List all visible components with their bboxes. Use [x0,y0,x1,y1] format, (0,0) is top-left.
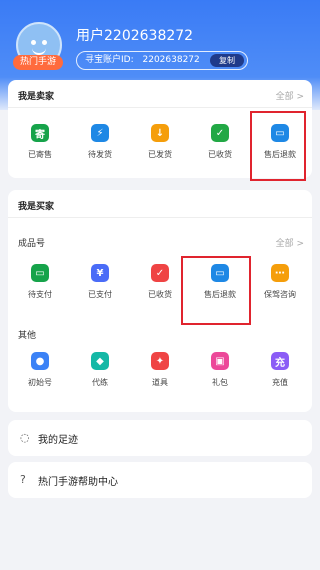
boost-icon: ◆ [91,352,109,370]
item-icon: ✦ [151,352,169,370]
wallet-icon: ▭ [31,264,49,282]
footprint-icon: ◌ [20,431,30,444]
avatar-eye-left [31,40,36,45]
avatar-eye-right [42,40,47,45]
link-row-2[interactable]: ? 热门手游帮助中心 [8,462,312,498]
account-id-label: 寻宝账户ID: [85,55,134,65]
finished-item-2[interactable]: ¥ 已支付 [72,264,128,300]
finished-accounts-title: 成品号 [18,239,46,249]
other-item-3[interactable]: ✦ 道具 [132,352,188,388]
finished-item-label: 已支付 [88,290,112,299]
seller-item-label: 待发货 [88,150,112,159]
seller-item-label: 已发货 [148,150,172,159]
finished-item-label: 保驾咨询 [264,290,296,299]
seller-divider [8,107,312,108]
recharge-icon: 充 [271,352,289,370]
check-icon: ✓ [211,124,229,142]
finished-item-label: 待支付 [28,290,52,299]
seller-item-label: 已寄售 [28,150,52,159]
finished-item-3[interactable]: ✓ 已收货 [132,264,188,300]
other-item-label: 代练 [92,378,108,387]
avatar-mouth [32,48,46,55]
box-icon: ↓ [151,124,169,142]
other-item-1[interactable]: ● 初始号 [12,352,68,388]
account-id-pill: 寻宝账户ID: 2202638272 复制 [76,51,248,70]
buyer-section-title: 我是买家 [18,202,55,212]
highlight-seller-refund [250,111,306,181]
yuan-icon: ¥ [91,264,109,282]
consign-icon: 寄 [31,124,49,142]
account-id-value: 2202638272 [142,55,200,65]
link-row-1[interactable]: ◌ 我的足迹 [8,420,312,456]
seller-item-4[interactable]: ✓ 已收货 [192,124,248,160]
other-section-title: 其他 [18,331,37,341]
seller-view-all-link[interactable]: 全部 > [276,89,304,102]
person-icon: ● [31,352,49,370]
consult-icon: ⋯ [271,264,289,282]
other-item-5[interactable]: 充充值 [252,352,308,388]
received-icon: ✓ [151,264,169,282]
seller-item-label: 已收货 [208,150,232,159]
link-row-label: 热门手游帮助中心 [38,477,118,488]
avatar-badge: 热门手游 [13,55,63,70]
lightning-icon: ⚡ [91,124,109,142]
seller-item-3[interactable]: ↓ 已发货 [132,124,188,160]
buyer-divider [8,217,312,218]
link-row-label: 我的足迹 [38,435,78,446]
finished-item-5[interactable]: ⋯ 保驾咨询 [252,264,308,300]
other-item-label: 道具 [152,378,168,387]
other-item-label: 充值 [272,378,288,387]
help-icon: ? [20,473,26,486]
username: 用户2202638272 [76,28,194,44]
gift-icon: ▣ [211,352,229,370]
seller-item-1[interactable]: 寄已寄售 [12,124,68,160]
seller-item-2[interactable]: ⚡ 待发货 [72,124,128,160]
copy-id-button[interactable]: 复制 [210,54,244,67]
seller-section-title: 我是卖家 [18,92,55,102]
finished-item-1[interactable]: ▭ 待支付 [12,264,68,300]
other-item-label: 礼包 [212,378,228,387]
finished-item-label: 已收货 [148,290,172,299]
buyer-card: 我是买家 成品号 全部 > ▭ 待支付 ¥ 已支付 ✓ 已收货 ▭ 售后退款 ⋯ 保驾咨询 其他 … [8,190,312,412]
other-item-label: 初始号 [28,378,52,387]
buyer-view-all-link[interactable]: 全部 > [276,236,304,249]
other-item-4[interactable]: ▣ 礼包 [192,352,248,388]
other-item-2[interactable]: ◆ 代练 [72,352,128,388]
highlight-buyer-refund [181,256,251,325]
